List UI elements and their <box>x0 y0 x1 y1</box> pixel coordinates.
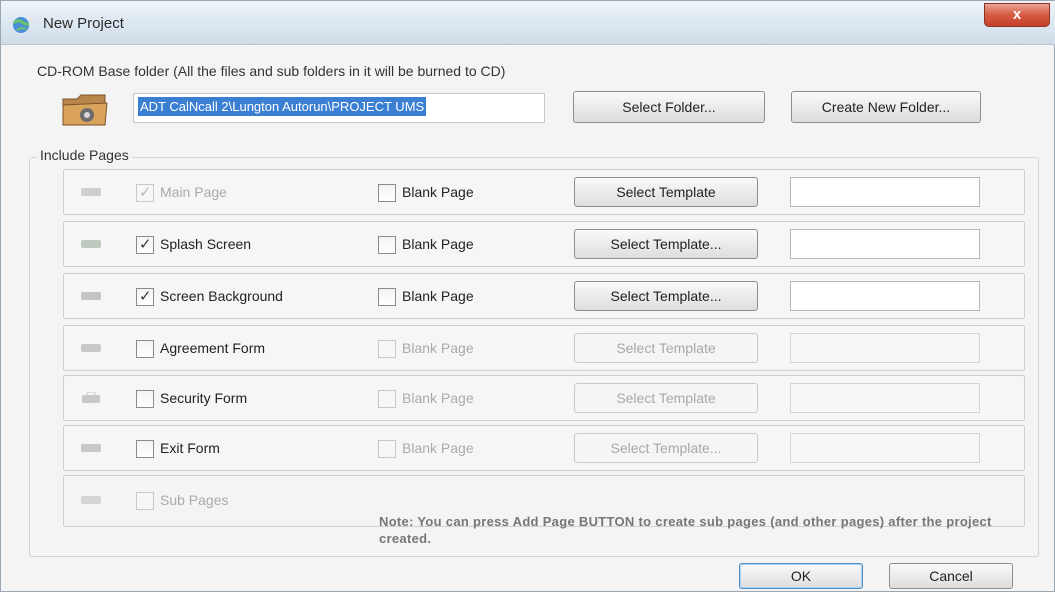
splash-screen-label: Splash Screen <box>160 236 252 252</box>
exit-form-select-template-button[interactable]: Select Template... <box>574 433 758 463</box>
main-page-template-field[interactable] <box>790 177 980 207</box>
agreement-form-blank-checkbox[interactable] <box>378 340 396 358</box>
page-icon <box>81 496 101 504</box>
page-row-security-form: Security Form Blank Page Select Template <box>63 375 1025 421</box>
page-row-splash-screen: Splash Screen Blank Page Select Template… <box>63 221 1025 267</box>
folder-icon <box>62 94 108 126</box>
security-form-template-field[interactable] <box>790 383 980 413</box>
agreement-form-blank-label: Blank Page <box>402 340 474 356</box>
exit-form-blank-checkbox[interactable] <box>378 440 396 458</box>
agreement-form-checkbox[interactable] <box>136 340 154 358</box>
security-form-blank-label: Blank Page <box>402 390 474 406</box>
main-page-checkbox[interactable] <box>136 183 154 202</box>
globe-icon <box>12 16 33 33</box>
include-pages-label: Include Pages <box>37 147 132 163</box>
splash-screen-checkbox[interactable] <box>136 235 154 254</box>
select-folder-button[interactable]: Select Folder... <box>573 91 765 123</box>
security-form-checkbox[interactable] <box>136 390 154 408</box>
page-row-exit-form: Exit Form Blank Page Select Template... <box>63 425 1025 471</box>
screen-background-select-template-button[interactable]: Select Template... <box>574 281 758 311</box>
screen-background-blank-checkbox[interactable] <box>378 288 396 306</box>
page-icon <box>81 344 101 352</box>
page-row-screen-background: Screen Background Blank Page Select Temp… <box>63 273 1025 319</box>
window-title: New Project <box>43 15 124 32</box>
agreement-form-label: Agreement Form <box>160 340 266 356</box>
base-folder-label: CD-ROM Base folder (All the files and su… <box>37 63 506 79</box>
exit-form-label: Exit Form <box>160 440 220 456</box>
agreement-form-select-template-button[interactable]: Select Template <box>574 333 758 363</box>
page-icon <box>81 188 101 196</box>
sub-pages-note: Note: You can press Add Page BUTTON to c… <box>379 514 992 546</box>
exit-form-template-field[interactable] <box>790 433 980 463</box>
splash-screen-blank-label: Blank Page <box>402 236 474 252</box>
main-page-blank-label: Blank Page <box>402 184 474 200</box>
page-row-main-page: Main Page Blank Page Select Template <box>63 169 1025 215</box>
sub-pages-checkbox[interactable] <box>136 492 154 510</box>
page-icon <box>81 444 101 452</box>
screen-background-blank-label: Blank Page <box>402 288 474 304</box>
main-page-select-template-button[interactable]: Select Template <box>574 177 758 207</box>
screen-background-label: Screen Background <box>160 288 283 304</box>
lock-icon <box>82 392 100 403</box>
exit-form-checkbox[interactable] <box>136 440 154 458</box>
title-bar[interactable]: New Project x <box>1 1 1055 45</box>
close-icon: x <box>1012 6 1022 23</box>
security-form-select-template-button[interactable]: Select Template <box>574 383 758 413</box>
main-page-blank-checkbox[interactable] <box>378 184 396 202</box>
sub-pages-label: Sub Pages <box>160 492 229 508</box>
splash-screen-template-field[interactable] <box>790 229 980 259</box>
page-icon <box>81 240 101 248</box>
close-button[interactable]: x <box>984 3 1050 27</box>
base-folder-path-value: ADT CalNcall 2\Lungton Autorun\PROJECT U… <box>138 97 427 116</box>
splash-screen-blank-checkbox[interactable] <box>378 236 396 254</box>
security-form-label: Security Form <box>160 390 248 406</box>
ok-button[interactable]: OK <box>739 563 863 589</box>
base-folder-path-input[interactable]: ADT CalNcall 2\Lungton Autorun\PROJECT U… <box>133 93 545 123</box>
cancel-button[interactable]: Cancel <box>889 563 1013 589</box>
agreement-form-template-field[interactable] <box>790 333 980 363</box>
screen-background-template-field[interactable] <box>790 281 980 311</box>
splash-screen-select-template-button[interactable]: Select Template... <box>574 229 758 259</box>
main-page-label: Main Page <box>160 184 227 200</box>
page-row-agreement-form: Agreement Form Blank Page Select Templat… <box>63 325 1025 371</box>
new-project-dialog: New Project x CD-ROM Base folder (All th… <box>0 0 1055 592</box>
exit-form-blank-label: Blank Page <box>402 440 474 456</box>
security-form-blank-checkbox[interactable] <box>378 390 396 408</box>
create-new-folder-button[interactable]: Create New Folder... <box>791 91 981 123</box>
screen-background-checkbox[interactable] <box>136 287 154 306</box>
page-icon <box>81 292 101 300</box>
